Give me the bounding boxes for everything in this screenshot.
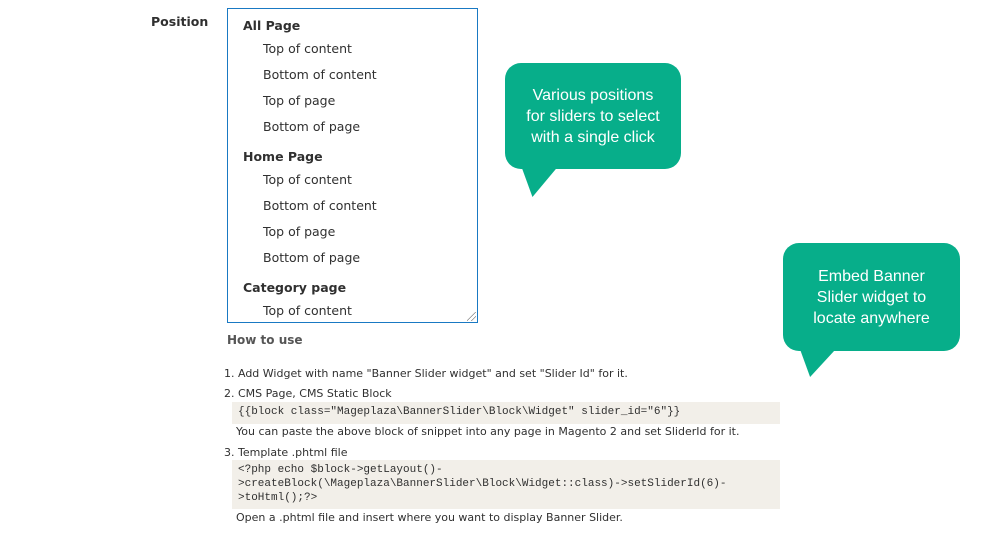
step-1: 1. Add Widget with name "Banner Slider w… <box>224 367 628 380</box>
callout-tail <box>521 167 569 197</box>
optgroup-home-page: Home Page <box>243 149 323 164</box>
step-3: 3. Template .phtml file <box>224 446 348 459</box>
resize-grip-icon[interactable] <box>467 312 476 321</box>
callout-positions: Various positions for sliders to select … <box>505 63 681 197</box>
step-3-note: Open a .phtml file and insert where you … <box>236 511 623 524</box>
callout-positions-text: Various positions for sliders to select … <box>526 86 660 146</box>
optgroup-all-page: All Page <box>243 18 301 33</box>
option-all-top-of-content[interactable]: Top of content <box>263 41 352 56</box>
position-label: Position <box>151 14 209 29</box>
callout-embed-text: Embed Banner Slider widget to locate any… <box>813 267 930 327</box>
option-category-top-of-content[interactable]: Top of content <box>263 303 352 318</box>
step-2-note: You can paste the above block of snippet… <box>236 425 740 438</box>
code-snippet-phtml: <?php echo $block->getLayout()- >createB… <box>232 460 780 509</box>
step-2: 2. CMS Page, CMS Static Block <box>224 387 392 400</box>
option-home-top-of-page[interactable]: Top of page <box>263 224 335 239</box>
option-all-bottom-of-content[interactable]: Bottom of content <box>263 67 377 82</box>
option-all-bottom-of-page[interactable]: Bottom of page <box>263 119 360 134</box>
option-all-top-of-page[interactable]: Top of page <box>263 93 335 108</box>
callout-embed: Embed Banner Slider widget to locate any… <box>783 243 960 377</box>
code-snippet-cms: {{block class="Mageplaza\BannerSlider\Bl… <box>232 402 780 424</box>
position-multiselect[interactable]: All Page Top of content Bottom of conten… <box>227 8 478 323</box>
optgroup-category-page: Category page <box>243 280 347 295</box>
callout-tail <box>799 349 847 377</box>
option-home-bottom-of-content[interactable]: Bottom of content <box>263 198 377 213</box>
option-home-bottom-of-page[interactable]: Bottom of page <box>263 250 360 265</box>
option-home-top-of-content[interactable]: Top of content <box>263 172 352 187</box>
how-to-use-heading: How to use <box>227 333 303 347</box>
